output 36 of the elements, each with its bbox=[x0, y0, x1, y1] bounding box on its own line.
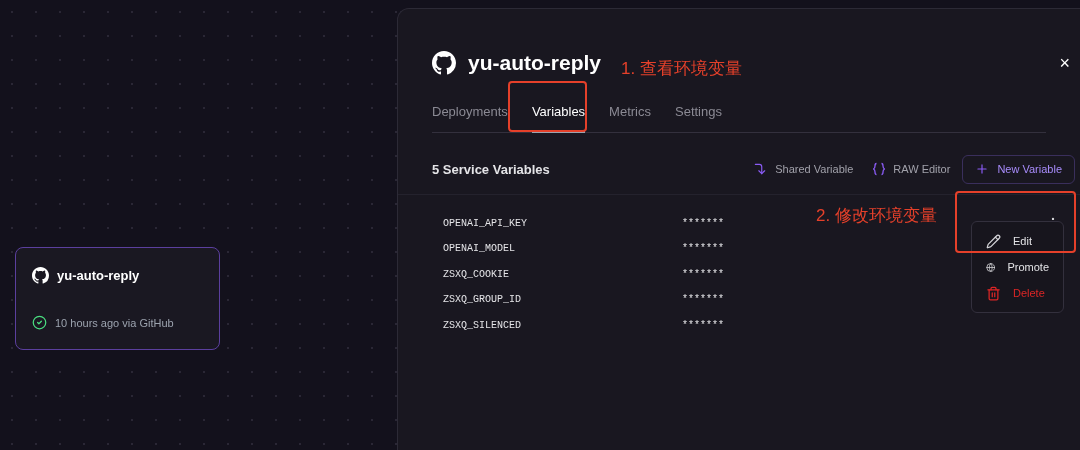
variable-value: ******* bbox=[682, 318, 724, 333]
variable-value: ******* bbox=[682, 242, 724, 257]
arrow-icon bbox=[753, 162, 768, 177]
action-button[interactable]: Shared Variable bbox=[753, 161, 854, 178]
braces-icon bbox=[873, 162, 886, 177]
menu-item[interactable]: Delete bbox=[972, 280, 1063, 306]
new-variable-button[interactable]: New Variable bbox=[962, 155, 1075, 184]
github-icon bbox=[32, 267, 49, 285]
variable-value: ******* bbox=[682, 216, 724, 231]
variable-name: OPENAI_MODEL bbox=[443, 242, 516, 257]
edit-icon bbox=[986, 233, 1001, 249]
menu-item[interactable]: Edit bbox=[972, 228, 1063, 254]
tab[interactable]: Deployments bbox=[432, 93, 508, 132]
section-title: 5 Service Variables bbox=[432, 160, 550, 179]
service-name: yu-auto-reply bbox=[57, 267, 140, 285]
close-button[interactable]: × bbox=[1059, 53, 1070, 72]
tab[interactable]: Settings bbox=[675, 93, 722, 132]
variable-value: ******* bbox=[682, 267, 724, 282]
variable-name: ZSXQ_COOKIE bbox=[443, 267, 510, 282]
menu-item[interactable]: Promote bbox=[972, 254, 1063, 280]
annotation-text: 1. 查看环境变量 bbox=[621, 58, 742, 80]
variable-name: ZSXQ_SILENCED bbox=[443, 318, 522, 333]
panel-title: yu-auto-reply bbox=[468, 50, 601, 76]
variable-name: ZSXQ_GROUP_ID bbox=[443, 293, 522, 308]
plus-icon bbox=[975, 162, 990, 177]
variable-name: OPENAI_API_KEY bbox=[443, 216, 528, 231]
check-icon bbox=[32, 315, 47, 331]
service-card[interactable]: yu-auto-reply 10 hours ago via GitHub bbox=[15, 247, 220, 350]
github-icon bbox=[432, 50, 456, 75]
action-button[interactable]: RAW Editor bbox=[873, 161, 951, 178]
trash-icon bbox=[986, 285, 1001, 301]
tab[interactable]: Metrics bbox=[609, 93, 651, 132]
variable-value: ******* bbox=[682, 293, 724, 308]
annotation-text: 2. 修改环境变量 bbox=[816, 205, 937, 227]
tab[interactable]: Variables bbox=[531, 93, 586, 133]
deploy-status: 10 hours ago via GitHub bbox=[55, 315, 174, 331]
